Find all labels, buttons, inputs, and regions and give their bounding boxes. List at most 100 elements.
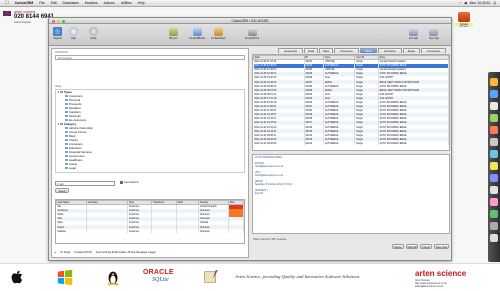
- history-detail-panel[interactable]: AUTO INCOMING EMAIL [FROM:] david@artensci…: [252, 154, 450, 234]
- status-connect: Dr Tonga: [60, 250, 71, 254]
- dock-app-icon[interactable]: [490, 174, 498, 182]
- dock-app-icon[interactable]: [490, 222, 498, 230]
- help-button[interactable]: Help: [69, 27, 78, 44]
- apple-menu-icon[interactable]: : [0, 0, 12, 6]
- logo-email: sales@artenscience.co.uk: [415, 285, 443, 288]
- zoom-window-icon[interactable]: [62, 19, 65, 23]
- go-back-label: Go Back/Fwd: [211, 37, 226, 40]
- table-cell: Caldwel: [56, 229, 87, 234]
- add-call-button[interactable]: Add Call: [406, 244, 418, 249]
- oracle-logo: ORACLE: [143, 269, 174, 276]
- windows-logo-icon: [57, 269, 73, 286]
- table-cell: AUTO INCOMING EMAIL: [378, 141, 449, 146]
- table-cell: Customer: [127, 229, 153, 234]
- tab-history[interactable]: History: [360, 48, 377, 53]
- tab-connections[interactable]: Connections: [421, 48, 446, 53]
- go-back-button[interactable]: Go Back/Fwd: [211, 27, 225, 44]
- contacts-header: CONTACTS: [55, 51, 68, 54]
- table-row[interactable]: Caldwel Customer Unknown: [56, 229, 244, 234]
- support-button[interactable]: Support: [53, 27, 62, 44]
- status-contacts-count: Contacts:(6/130): [74, 250, 92, 254]
- tab-detail[interactable]: Detail: [304, 48, 318, 53]
- tab-general-info[interactable]: General Info: [278, 48, 303, 53]
- minimize-window-icon[interactable]: [57, 19, 60, 23]
- table-cell: #4312: [304, 141, 325, 146]
- dock-app-icon[interactable]: [490, 90, 498, 98]
- spotlight-icon[interactable]: Q: [493, 1, 496, 5]
- preview-print-button[interactable]: Preview/Print: [245, 27, 259, 44]
- help-icon: [69, 27, 78, 36]
- menu-edit[interactable]: Edit: [48, 1, 60, 5]
- save-note-button[interactable]: Save Note: [434, 244, 449, 249]
- bill-label: Bill your: [169, 37, 178, 40]
- folder-icon: [65, 167, 68, 170]
- sqlite-logo: SQLite: [152, 277, 169, 283]
- delete-button[interactable]: Delete: [392, 244, 404, 249]
- contact-books-button[interactable]: contactNBooks: [189, 27, 205, 44]
- table-cell: [151, 229, 177, 234]
- menu-app-name[interactable]: CoriusCRM: [12, 1, 36, 5]
- status-bar: ● Dr Tonga Contacts:(6/130) Auto Incomin…: [55, 249, 245, 255]
- dock-app-icon[interactable]: [490, 150, 498, 158]
- dock-app-icon[interactable]: [490, 114, 498, 122]
- dock-app-icon[interactable]: [490, 198, 498, 206]
- dock-app-icon[interactable]: [490, 126, 498, 134]
- history-table[interactable]: Date Br Type User ID Entry 2011-10-06 11:43:…: [252, 54, 450, 151]
- menu-databases[interactable]: Databases: [60, 1, 82, 5]
- notify-button[interactable]: Notify: [89, 27, 98, 44]
- table-row[interactable]: 2011-10-04 09:30:08 #4312 AUTOEMAIL Single A…: [253, 141, 449, 146]
- notify-label: Notify: [90, 37, 97, 40]
- go-back-icon: [213, 27, 223, 36]
- tab-documents[interactable]: Documents: [334, 48, 359, 53]
- tree-item[interactable]: Legal: [56, 166, 244, 170]
- all-contacts-label: All Contacts: [58, 57, 72, 60]
- menu-actions[interactable]: Actions: [101, 1, 118, 5]
- menu-bar:  CoriusCRM File Edit Databases Modules …: [0, 0, 500, 7]
- category-tree[interactable]: ▼ Types Customers Personal Prospects Reseller…: [55, 89, 245, 173]
- contact-books-icon: [192, 27, 202, 36]
- tab-information[interactable]: Information: [378, 48, 402, 53]
- history-count: History Records: 535 / selected: [253, 238, 287, 241]
- cancel-button[interactable]: Cancel: [420, 244, 432, 249]
- dock-app-icon[interactable]: [490, 186, 498, 194]
- volume-icon[interactable]: ◀: [464, 1, 467, 5]
- bill-button[interactable]: Bill your: [169, 27, 178, 44]
- auto-search-checkbox[interactable]: [120, 181, 123, 184]
- exit-app-button[interactable]: Exit app: [409, 27, 418, 44]
- dock-app-icon[interactable]: [490, 102, 498, 110]
- footer-banner: ORACLE SQLite Arten Science, providing Q…: [0, 263, 500, 291]
- contact-icon-sublabel: CRI Rsch: [459, 26, 469, 28]
- table-cell: 2011-10-04 09:30:08: [253, 141, 305, 146]
- contacts-selector[interactable]: All Contacts: [55, 55, 245, 60]
- search-input-value: sol: [60, 183, 64, 186]
- views-header: Views: [55, 85, 62, 88]
- dock-app-icon[interactable]: [490, 162, 498, 170]
- menu-modules[interactable]: Modules: [82, 1, 101, 5]
- crm-window: CoriusCRM • SJC #01353 Support Help Noti…: [48, 17, 452, 261]
- search-button[interactable]: Search: [55, 188, 69, 193]
- menu-status-area: ◔ ◀ Mon 10:40:51 Q: [459, 1, 500, 5]
- auto-search-toggle[interactable]: Auto Search: [120, 181, 138, 184]
- contact-desktop-icon[interactable]: Contact CRI Rsch: [455, 12, 473, 30]
- dock-app-icon[interactable]: [490, 138, 498, 146]
- tree-item-label: Legal: [69, 166, 76, 170]
- tab-tasks[interactable]: Tasks: [319, 48, 333, 53]
- search-input[interactable]: ⚲ sol: [55, 181, 115, 186]
- sync-app-button[interactable]: Sync app: [429, 27, 439, 44]
- tab-dictate[interactable]: Dictate: [403, 48, 420, 53]
- wifi-icon[interactable]: ◔: [459, 1, 461, 5]
- window-toolbar: Support Help Notify Bill your contactNBo…: [49, 24, 451, 46]
- dock-app-icon[interactable]: [490, 210, 498, 218]
- dock-trash-icon[interactable]: [490, 234, 498, 242]
- dock-app-icon[interactable]: [490, 78, 498, 86]
- auto-search-label: Auto Search: [124, 181, 139, 184]
- support-label: Support: [53, 37, 62, 40]
- menu-help[interactable]: Help: [135, 1, 148, 5]
- table-cell: Single: [354, 141, 379, 146]
- menu-clock[interactable]: Mon 10:40:51: [470, 1, 491, 5]
- menu-utilities[interactable]: Utilities: [118, 1, 135, 5]
- notify-icon: [89, 27, 98, 36]
- contacts-table[interactable]: Last Name Company Type Telephone Town Country…: [55, 199, 245, 244]
- menu-file[interactable]: File: [36, 1, 47, 5]
- close-window-icon[interactable]: [52, 19, 55, 23]
